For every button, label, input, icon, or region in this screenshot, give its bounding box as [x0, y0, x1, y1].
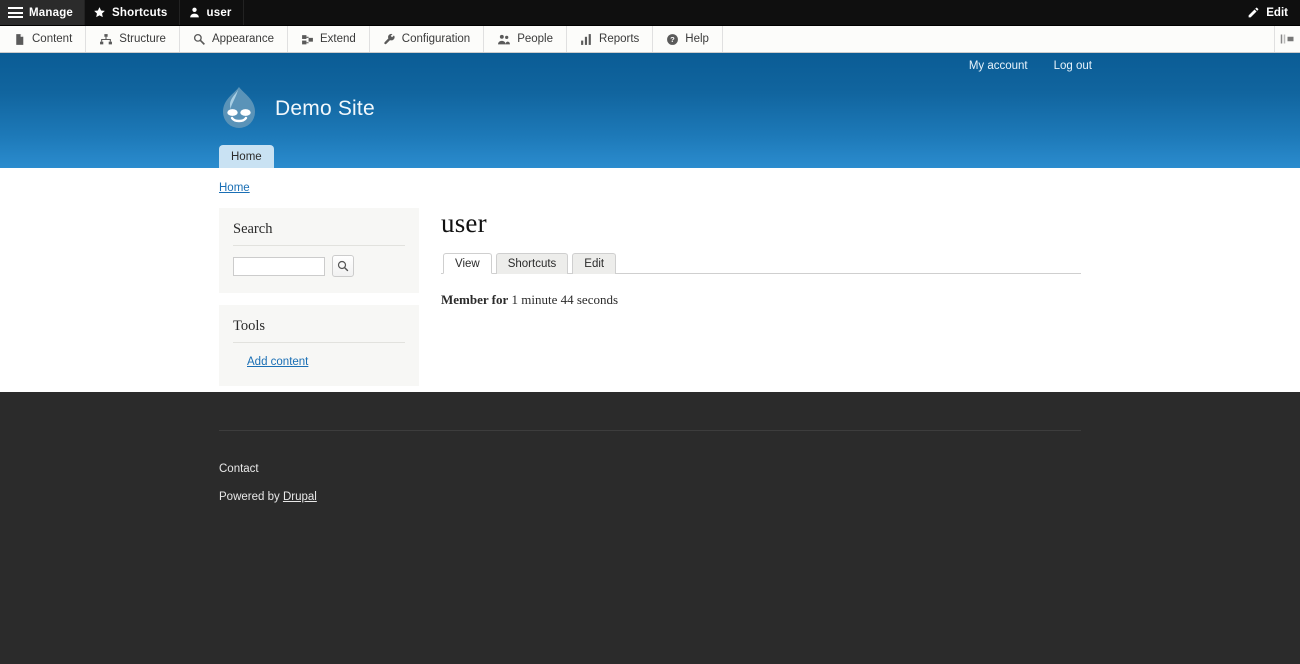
footer-inner: Contact Powered by Drupal	[219, 430, 1081, 503]
primary-tabs: Home	[219, 145, 274, 168]
menu-item-label: Content	[32, 33, 72, 45]
tab-view[interactable]: View	[443, 253, 492, 274]
site-name: Demo Site	[275, 97, 375, 121]
star-icon	[93, 6, 106, 19]
magnifier-icon	[337, 260, 349, 272]
tab-edit[interactable]: Edit	[572, 253, 616, 274]
question-mark-icon: ?	[666, 33, 679, 46]
svg-text:?: ?	[670, 35, 675, 44]
hamburger-icon	[8, 7, 23, 18]
contextual-edit-label: Edit	[1266, 7, 1288, 19]
site-footer: Contact Powered by Drupal	[0, 392, 1300, 664]
pencil-icon	[1247, 6, 1260, 19]
menu-item-label: Appearance	[212, 33, 274, 45]
menu-item-help[interactable]: ? Help	[653, 26, 723, 52]
menu-item-label: Help	[685, 33, 709, 45]
block-search: Search	[219, 208, 419, 293]
contextual-edit-button[interactable]: Edit	[1235, 0, 1300, 25]
drupal-link[interactable]: Drupal	[283, 491, 317, 503]
page-body: Home Search Tools A	[0, 168, 1300, 392]
powered-by-text: Powered by Drupal	[219, 491, 1081, 503]
sidebar-first: Search Tools Add content	[219, 208, 419, 398]
menu-item-people[interactable]: People	[484, 26, 567, 52]
admin-toolbar-bar: Manage Shortcuts user Edit	[0, 0, 1300, 26]
footer-divider	[219, 430, 1081, 431]
menu-spacer	[723, 26, 1274, 52]
drupal-droplet-icon	[219, 86, 259, 132]
log-out-link[interactable]: Log out	[1054, 60, 1092, 72]
page-title: user	[441, 208, 1081, 239]
account-links: My account Log out	[969, 60, 1092, 72]
person-icon	[188, 6, 201, 19]
breadcrumb-item-home[interactable]: Home	[219, 182, 250, 194]
primary-tab-home[interactable]: Home	[219, 145, 274, 168]
block-tools: Tools Add content	[219, 305, 419, 386]
local-tasks-tabs: View Shortcuts Edit	[441, 253, 1081, 274]
people-icon	[497, 33, 511, 46]
site-header: My account Log out Demo Site Home	[0, 53, 1300, 168]
document-icon	[13, 33, 26, 46]
menu-item-reports[interactable]: Reports	[567, 26, 653, 52]
my-account-link[interactable]: My account	[969, 60, 1028, 72]
puzzle-icon	[301, 33, 314, 46]
menu-item-label: Extend	[320, 33, 356, 45]
menu-item-configuration[interactable]: Configuration	[370, 26, 484, 52]
powered-by-prefix: Powered by	[219, 491, 283, 503]
menu-item-label: Structure	[119, 33, 166, 45]
toolbar-orientation-icon[interactable]	[1274, 26, 1300, 52]
menu-item-structure[interactable]: Structure	[86, 26, 180, 52]
toolbar-tab-shortcuts[interactable]: Shortcuts	[85, 0, 179, 25]
toolbar-tab-manage[interactable]: Manage	[0, 0, 85, 25]
search-input[interactable]	[233, 257, 325, 276]
member-for-value: 1 minute 44 seconds	[512, 292, 619, 307]
list-item: Add content	[247, 352, 405, 370]
menu-item-label: Configuration	[402, 33, 470, 45]
breadcrumb: Home	[219, 182, 250, 194]
block-title-tools: Tools	[233, 318, 405, 343]
paintbrush-icon	[193, 33, 206, 46]
menu-item-label: Reports	[599, 33, 639, 45]
toolbar-tab-label: user	[207, 7, 232, 19]
tab-shortcuts[interactable]: Shortcuts	[496, 253, 569, 274]
toolbar-tab-label: Shortcuts	[112, 7, 167, 19]
tools-link-list: Add content	[233, 352, 405, 370]
main-content: user View Shortcuts Edit Member for 1 mi…	[441, 208, 1081, 398]
toolbar-tab-label: Manage	[29, 7, 73, 19]
search-submit-button[interactable]	[332, 255, 354, 277]
toolbar-spacer	[244, 0, 1236, 25]
site-branding[interactable]: Demo Site	[219, 86, 375, 132]
member-for-text: Member for 1 minute 44 seconds	[441, 292, 1081, 308]
admin-menu-bar: Content Structure Appearance Extend Conf…	[0, 26, 1300, 53]
toolbar-tab-user[interactable]: user	[180, 0, 244, 25]
member-for-label: Member for	[441, 292, 508, 307]
wrench-icon	[383, 33, 396, 46]
menu-item-content[interactable]: Content	[0, 26, 86, 52]
menu-item-extend[interactable]: Extend	[288, 26, 370, 52]
hierarchy-icon	[99, 33, 113, 46]
block-title-search: Search	[233, 221, 405, 246]
footer-contact-link[interactable]: Contact	[219, 463, 1081, 475]
bar-chart-icon	[580, 33, 593, 46]
search-form	[233, 255, 405, 277]
content-layout: Search Tools Add content	[219, 208, 1081, 398]
menu-item-label: People	[517, 33, 553, 45]
menu-item-appearance[interactable]: Appearance	[180, 26, 288, 52]
add-content-link[interactable]: Add content	[247, 356, 308, 368]
